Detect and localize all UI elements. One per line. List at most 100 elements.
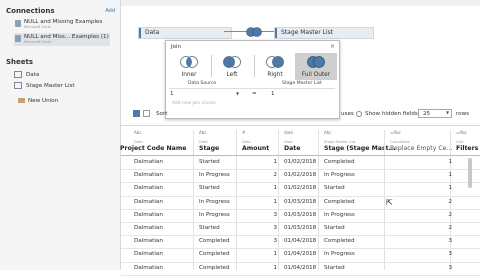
table-cell: 2	[448, 225, 452, 231]
row-divider	[121, 182, 480, 184]
chevron-down-icon[interactable]: ▼	[236, 91, 239, 96]
mouse-cursor-icon: ⇱	[386, 198, 393, 207]
full-outer-join-icon[interactable]	[244, 27, 264, 37]
sheet-icon	[14, 82, 22, 89]
table-cell: Started	[199, 159, 220, 165]
table-accent-bar	[139, 28, 141, 38]
rows-label: rows	[456, 111, 470, 117]
table-cell: 1	[273, 159, 277, 165]
row-divider	[121, 235, 480, 237]
table-cell: Completed	[324, 159, 355, 165]
list-view-icon[interactable]	[143, 110, 150, 117]
grid-view-icon[interactable]	[133, 110, 140, 117]
sheets-title: Sheets	[6, 58, 34, 66]
uses-label: uses	[341, 111, 354, 117]
sidebar: Connections Add NULL and Missing Example…	[0, 0, 121, 270]
table-cell: 3	[448, 238, 452, 245]
join-type-label: Left	[226, 72, 238, 78]
table-cell: 2	[273, 172, 277, 179]
column-header[interactable]: Stage	[199, 145, 219, 152]
divider	[169, 88, 335, 89]
left-join-field[interactable]: 1	[170, 91, 174, 97]
column-source: Data	[199, 140, 208, 144]
table-cell: In Progress	[324, 211, 355, 218]
row-divider	[121, 248, 480, 250]
table-cell: 01/02/2018	[284, 159, 317, 165]
table-cell: 1	[273, 198, 277, 205]
column-type-icon: date	[284, 130, 294, 135]
column-source: Data	[284, 140, 293, 144]
table-cell: Dalmatian	[134, 251, 163, 258]
table-cell: 3	[273, 211, 277, 218]
join-type-left[interactable]: Left	[211, 53, 253, 80]
table-cell: 1	[448, 185, 452, 192]
table-cell: Dalmatian	[134, 211, 163, 218]
row-divider	[121, 195, 480, 197]
column-header[interactable]: Amount	[242, 145, 269, 152]
table-cell: Dalmatian	[134, 159, 163, 165]
join-operator[interactable]: =	[252, 91, 257, 97]
right-source-header: Stage Master List	[282, 81, 322, 86]
connection-item[interactable]: NULL and Missing Examples Microsoft Exce…	[14, 18, 110, 31]
show-hidden-fields-checkbox[interactable]	[356, 111, 362, 117]
column-header[interactable]: Project Code Name	[120, 145, 187, 152]
join-type-right[interactable]: Right	[254, 53, 296, 80]
sheet-item-data[interactable]: Data	[14, 71, 39, 78]
table-cell: 01/04/2018	[284, 251, 317, 258]
table-cell: In Progress	[199, 198, 230, 205]
table-cell: 1	[273, 251, 277, 258]
connections-title: Connections	[6, 7, 55, 15]
column-type-icon: #	[242, 130, 246, 135]
column-header[interactable]: Replace Empty Ce...	[390, 145, 452, 152]
inner-join-icon	[180, 56, 198, 68]
table-cell: Completed	[324, 238, 355, 245]
column-type-icon: Abc	[134, 130, 142, 135]
table-cell: Completed	[199, 251, 230, 258]
table-cell: Dalmatian	[134, 172, 163, 179]
table-cell: In Progress	[199, 211, 230, 218]
table-cell: 01/03/2018	[284, 198, 317, 205]
column-source: Calc	[456, 140, 464, 144]
row-divider	[121, 169, 480, 171]
add-connection-link[interactable]: Add	[105, 8, 115, 14]
join-type-label: Inner	[181, 72, 197, 78]
sheet-item-stage-master-list[interactable]: Stage Master List	[14, 82, 75, 89]
left-source-header: Data Source	[188, 81, 217, 86]
table-pill-stage-master-list[interactable]: Stage Master List	[274, 27, 374, 39]
table-cell: 1	[273, 185, 277, 192]
column-source: Data	[242, 140, 251, 144]
column-type-icon: Abc	[324, 130, 332, 135]
column-type-icon: =Abc	[390, 130, 401, 135]
table-cell: Started	[199, 185, 220, 192]
join-type-label: Full Outer	[301, 72, 331, 78]
sheet-icon	[14, 71, 22, 78]
table-cell: Dalmatian	[134, 185, 163, 192]
sheet-label: Data	[26, 72, 40, 78]
right-join-field[interactable]: 1	[271, 91, 275, 97]
table-cell: 2	[448, 211, 452, 218]
sort-label[interactable]: Sort	[156, 111, 167, 117]
sheet-label: Stage Master List	[26, 83, 75, 89]
close-icon[interactable]: ×	[330, 43, 335, 50]
vertical-scrollbar[interactable]	[468, 158, 472, 188]
left-join-icon	[223, 56, 241, 68]
join-type-inner[interactable]: Inner	[168, 53, 210, 80]
divider	[121, 155, 480, 156]
table-label: Stage Master List	[281, 29, 334, 36]
join-type-full-outer[interactable]: Full Outer	[295, 53, 337, 80]
new-union-label: New Union	[28, 98, 59, 104]
chevron-down-icon[interactable]: ▼	[446, 110, 449, 115]
new-union-item[interactable]: New Union	[18, 98, 58, 104]
table-cell: 1	[448, 172, 452, 179]
connection-item-selected[interactable]: NULL and Miss... Examples (1) Microsoft …	[14, 33, 110, 46]
column-type-icon: =Abc	[456, 130, 467, 135]
column-header[interactable]: Filters	[456, 145, 478, 152]
table-cell: 2	[448, 198, 452, 205]
table-pill-data[interactable]: Data	[138, 27, 232, 39]
top-toolbar-strip	[121, 0, 480, 6]
table-cell: Started	[199, 225, 220, 231]
add-join-clause[interactable]: Add new join clause	[172, 101, 216, 106]
column-header[interactable]: Date	[284, 145, 300, 152]
table-cell: 01/03/2018	[284, 211, 317, 218]
join-dialog: Join × Inner Left Right Full Outer Data …	[165, 40, 340, 119]
